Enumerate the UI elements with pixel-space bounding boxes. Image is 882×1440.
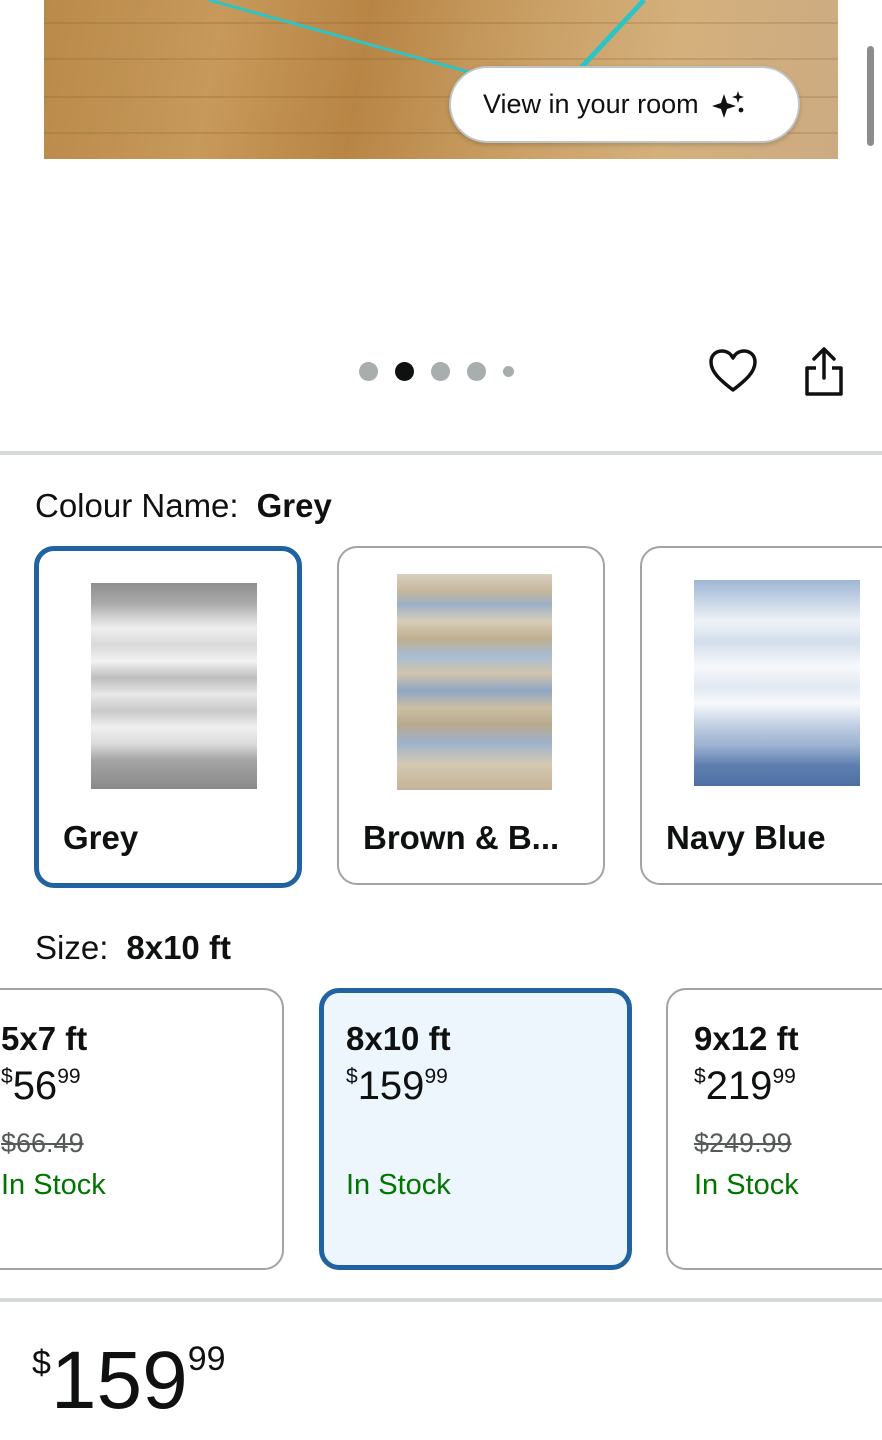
colour-name-row: Colour Name: Grey (35, 487, 332, 525)
selected-size: 8x10 ft (126, 929, 231, 966)
view-in-room-button[interactable]: View in your room (449, 66, 800, 143)
sparkle-icon (711, 90, 744, 118)
size-label: Size: (35, 929, 109, 966)
size-option-price: $21999 (694, 1064, 796, 1108)
size-option-list-price: $66.49 (1, 1128, 84, 1158)
colour-label: Colour Name: (35, 487, 239, 524)
size-option-stock: In Stock (346, 1169, 451, 1201)
colour-option-brown-blue[interactable]: Brown & B... (337, 546, 605, 885)
carousel-dot[interactable] (431, 362, 450, 381)
carousel-dot-active[interactable] (395, 362, 414, 381)
carousel-dot[interactable] (503, 366, 514, 377)
carousel-indicator (359, 362, 514, 381)
section-divider (0, 451, 882, 455)
product-price: $15999 (32, 1335, 226, 1426)
section-divider (0, 1298, 882, 1302)
size-option-stock: In Stock (1, 1169, 106, 1201)
share-icon[interactable] (802, 346, 846, 398)
size-option-5x7[interactable]: 5x7 ft $5699 $66.49 In Stock (0, 988, 284, 1270)
colour-option-label: Grey (63, 819, 139, 856)
size-row: Size: 8x10 ft (35, 929, 231, 967)
size-option-list-price: $249.99 (694, 1128, 792, 1158)
size-option-title: 8x10 ft (346, 1020, 451, 1057)
view-in-room-label: View in your room (483, 89, 699, 119)
size-option-title: 5x7 ft (1, 1020, 88, 1057)
selected-colour: Grey (256, 487, 332, 524)
colour-option-grey[interactable]: Grey (34, 546, 302, 888)
size-option-stock: In Stock (694, 1169, 799, 1201)
scrollbar[interactable] (867, 46, 874, 146)
size-option-price: $15999 (346, 1064, 448, 1108)
size-option-title: 9x12 ft (694, 1020, 799, 1057)
size-option-8x10[interactable]: 8x10 ft $15999 In Stock (319, 988, 632, 1270)
rug-thumbnail (397, 574, 552, 790)
colour-option-navy-blue[interactable]: Navy Blue (640, 546, 882, 885)
size-option-9x12[interactable]: 9x12 ft $21999 $249.99 In Stock (666, 988, 882, 1270)
size-option-price: $5699 (1, 1064, 81, 1108)
colour-option-label: Navy Blue (666, 819, 826, 856)
heart-icon[interactable] (708, 347, 758, 397)
rug-thumbnail (694, 580, 860, 786)
colour-option-label: Brown & B... (363, 819, 560, 856)
carousel-dot[interactable] (359, 362, 378, 381)
rug-thumbnail (91, 583, 257, 789)
carousel-dot[interactable] (467, 362, 486, 381)
